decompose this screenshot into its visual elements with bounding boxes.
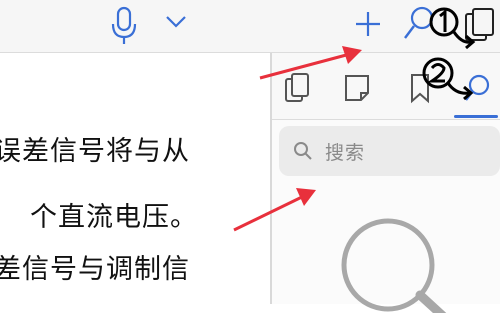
- toolbar: [0, 0, 500, 53]
- chevron-down-icon[interactable]: [164, 14, 188, 30]
- plus-icon[interactable]: [354, 10, 382, 38]
- tab-note-icon[interactable]: [342, 71, 372, 105]
- document-line-partial: [10, 293, 260, 309]
- document-page: 误差信号将与从 个直流电压。 差信号与调制信: [0, 53, 270, 304]
- document-line: 差信号与调制信: [0, 254, 190, 285]
- sidebar: 搜索: [272, 53, 500, 313]
- sidebar-tabs: [272, 53, 500, 120]
- tab-pages-icon[interactable]: [282, 71, 312, 105]
- handwritten-annotation-one: [429, 7, 476, 50]
- document-line: 误差信号将与从: [0, 136, 190, 167]
- search-input[interactable]: 搜索: [279, 126, 500, 176]
- microphone-icon[interactable]: [110, 6, 138, 46]
- search-icon: [294, 142, 312, 160]
- search-placeholder: 搜索: [325, 142, 366, 164]
- document-line: 个直流电压。: [30, 202, 198, 233]
- handwritten-annotation-two: [422, 57, 474, 101]
- empty-search-illustration-icon: [341, 218, 447, 313]
- active-tab-indicator: [454, 115, 498, 118]
